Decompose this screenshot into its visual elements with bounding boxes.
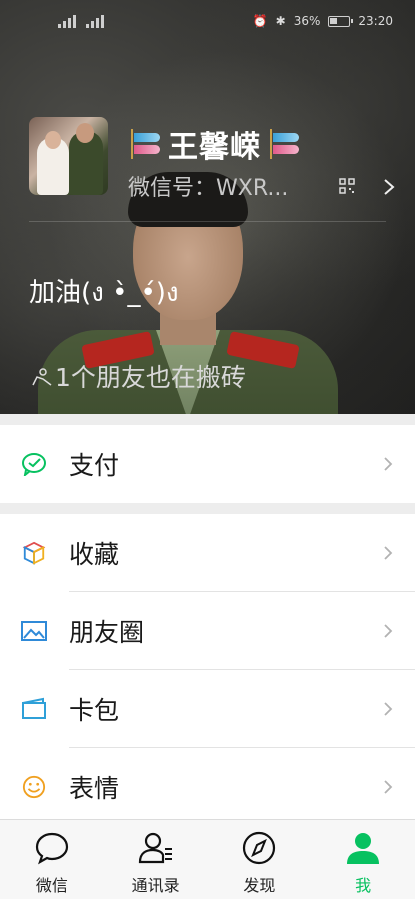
menu-label: 表情 [69,774,120,803]
tab-discover[interactable]: 发现 [208,820,312,899]
tab-label: 发现 [243,876,276,895]
menu-label: 收藏 [69,540,120,569]
avatar[interactable] [29,117,108,195]
contacts-icon [138,832,172,864]
smiley-icon [22,775,46,799]
koi-flag-icon [128,129,162,159]
signal-icon-2 [86,14,104,28]
menu-label: 支付 [69,451,120,480]
friends-status-text: 1个朋友也在搬砖 [55,363,246,392]
tab-label: 微信 [35,876,68,895]
tab-label: 我 [355,876,372,895]
tab-label: 通讯录 [131,876,180,895]
battery-icon [328,15,354,27]
chevron-right-icon [384,624,393,638]
signal-icon [58,14,76,28]
status-bar: ⏰ ✱ 36% 23:20 [0,10,415,36]
chevron-right-icon [384,546,393,560]
name-row[interactable]: 王馨嵘 [128,122,301,166]
pay-section: 支付 [0,425,415,503]
menu-section: 收藏 朋友圈 卡包 表情 [0,514,415,826]
menu-label: 朋友圈 [69,618,145,647]
qr-code-icon[interactable] [339,178,355,194]
menu-item-moments[interactable]: 朋友圈 [0,592,415,670]
chevron-right-icon [384,702,393,716]
menu-item-pay[interactable]: 支付 [0,425,415,503]
wechat-id: 微信号：WXR... [128,176,289,201]
divider [29,221,386,222]
status-text[interactable]: 加油(ง •̀_•́)ง [29,272,179,313]
menu-label: 卡包 [69,696,120,725]
display-name: 王馨嵘 [168,130,261,165]
cube-icon [22,541,46,565]
alarm-icon: ⏰ [252,14,268,28]
tab-chats[interactable]: 微信 [0,820,104,899]
menu-item-stickers[interactable]: 表情 [0,748,415,826]
bluetooth-icon: ✱ [275,14,286,28]
compass-icon [243,831,276,865]
chevron-right-icon [384,780,393,794]
friends-status[interactable]: 1个朋友也在搬砖 [31,358,246,394]
menu-item-favorites[interactable]: 收藏 [0,514,415,592]
wallet-check-icon [22,453,46,476]
menu-item-cards[interactable]: 卡包 [0,670,415,748]
profile-header[interactable] [0,0,415,414]
person-icon [347,833,380,864]
clock: 23:20 [358,14,393,28]
koi-flag-icon [267,129,301,159]
battery-percent: 36% [293,14,321,28]
card-icon [22,697,46,719]
tab-contacts[interactable]: 通讯录 [104,820,208,899]
tab-me[interactable]: 我 [311,820,415,899]
chat-bubble-icon [35,832,68,865]
friends-icon [32,368,52,386]
chevron-right-icon[interactable] [383,178,395,196]
bottom-tab-bar: 微信 通讯录 发现 我 [0,819,415,899]
chevron-right-icon [384,457,393,471]
image-icon [21,621,47,641]
